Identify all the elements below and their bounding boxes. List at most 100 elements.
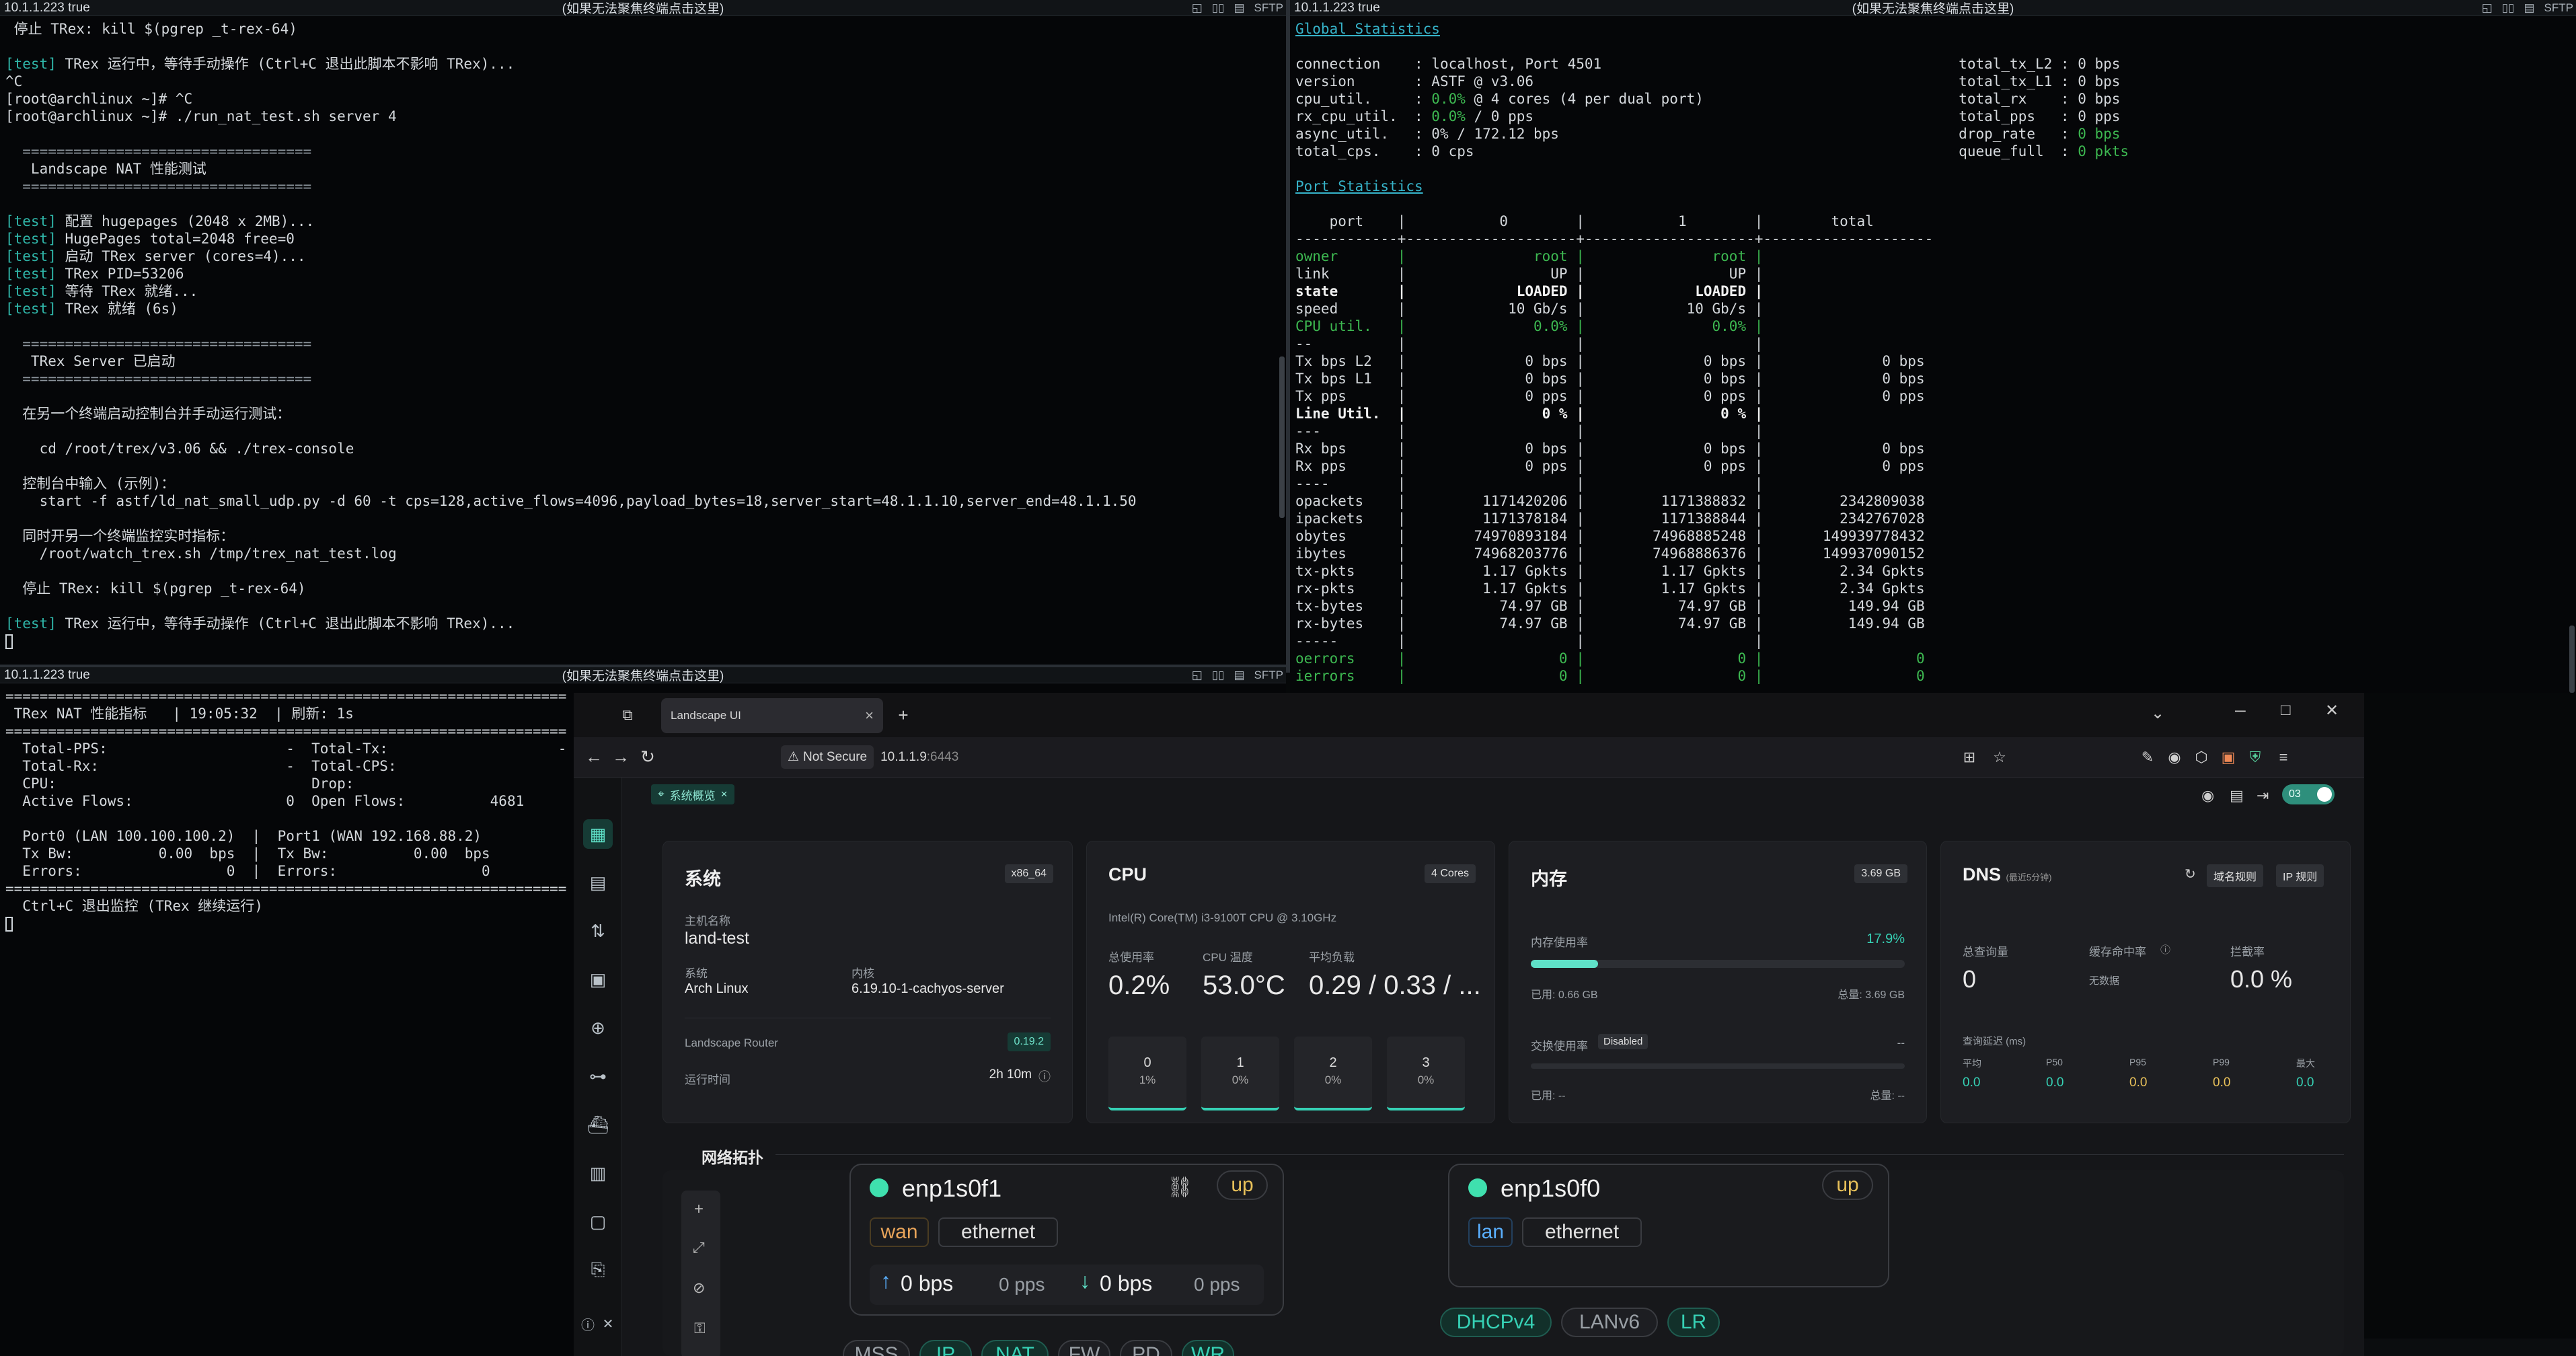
ip-rules-button[interactable]: IP 规则 — [2276, 864, 2324, 887]
global-stats-link[interactable]: Global Statistics — [1295, 20, 2571, 38]
focus-hint[interactable]: (如果无法聚焦终端点击这里) — [0, 0, 1286, 17]
logout-icon[interactable]: ⇥ — [2257, 787, 2269, 804]
nat-icon[interactable]: ▣ — [583, 965, 613, 994]
account-icon[interactable]: ◉ — [2161, 744, 2188, 771]
hide-icon[interactable]: ⊘ — [693, 1279, 705, 1297]
feature-chip[interactable]: PD — [1120, 1340, 1172, 1356]
split-icon[interactable]: ◱ — [2482, 1, 2493, 15]
reload-icon[interactable]: ↻ — [634, 744, 661, 771]
feature-chip[interactable]: IP — [919, 1340, 972, 1356]
type-chip: ethernet — [1522, 1217, 1642, 1247]
info-icon[interactable]: ⓘ — [578, 1309, 598, 1339]
breadcrumb[interactable]: ⌖ 系统概览 × — [651, 784, 734, 804]
close-tab-icon[interactable]: × — [865, 707, 874, 724]
wrench-icon[interactable]: ✎ — [2134, 744, 2161, 771]
dashboard-icon[interactable]: ▦ — [583, 819, 613, 849]
feature-chip[interactable]: LANv6 — [1561, 1308, 1658, 1337]
minimize-icon[interactable]: ─ — [2235, 702, 2246, 720]
port-row: Tx bps L2 | 0 bps | 0 bps | 0 bps — [1295, 352, 2571, 370]
port-row: ipackets | 1171378184 | 1171388844 | 234… — [1295, 510, 2571, 527]
tab-list-icon[interactable]: ⌄ — [2151, 704, 2164, 723]
shield-icon[interactable]: ⛨ — [2242, 744, 2269, 771]
menu-icon[interactable]: ▤ — [2524, 1, 2534, 15]
fit-view-icon[interactable]: ⤢ — [693, 1239, 705, 1256]
feature-chip[interactable]: MSS — [843, 1340, 910, 1356]
new-tab-button[interactable]: + — [890, 702, 917, 728]
topology-canvas[interactable]: + ⤢ ⊘ ⚿ enp1s0f1 ⛓ up wan ethernet ↑ 0 b… — [662, 1164, 2344, 1356]
device-icon[interactable]: ▢ — [583, 1207, 613, 1236]
latency-col-label: P50 — [2046, 1057, 2063, 1067]
network-icon[interactable]: ⊕ — [583, 1013, 613, 1043]
terminal-line: 停止 TRex: kill $(pgrep _t-rex-64) — [5, 20, 1281, 38]
logs-icon[interactable]: ⎘ — [583, 1255, 613, 1285]
back-icon[interactable]: ← — [580, 744, 607, 771]
extensions-icon[interactable]: ⬡ — [2188, 744, 2215, 771]
lock-icon[interactable]: ⚿ — [694, 1320, 706, 1337]
columns-icon[interactable]: ▯▯ — [1212, 1, 1225, 15]
theme-toggle[interactable]: 03 — [2282, 784, 2335, 804]
interface-node-wan[interactable]: enp1s0f1 ⛓ up wan ethernet ↑ 0 bps 0 pps… — [849, 1164, 1284, 1316]
feature-chip[interactable]: WR — [1182, 1340, 1234, 1356]
menu-icon[interactable]: ▤ — [1234, 1, 1244, 15]
feature-chip[interactable]: DHCPv4 — [1440, 1308, 1552, 1337]
eye-icon[interactable]: ◉ — [2201, 787, 2214, 804]
stat-key: rx_cpu_util. : — [1295, 108, 1432, 124]
terminal-pane-top-left[interactable]: 10.1.1.223 true (如果无法聚焦终端点击这里) ◱ ▯▯ ▤ SF… — [0, 0, 1286, 665]
link-icon[interactable]: ⛓ — [1167, 1176, 1192, 1199]
scrollbar[interactable] — [1279, 356, 1285, 518]
split-icon[interactable]: ◱ — [1192, 669, 1203, 682]
columns-icon[interactable]: ▯▯ — [2502, 1, 2515, 15]
sftp-button[interactable]: SFTP — [2544, 1, 2573, 15]
maximize-icon[interactable]: □ — [2281, 701, 2291, 720]
extension-badge-icon[interactable]: ▣ — [2215, 744, 2242, 771]
bookmark-icon[interactable]: ☆ — [1986, 744, 2013, 771]
zoom-in-icon[interactable]: + — [694, 1200, 704, 1219]
topology-icon[interactable]: ⊶ — [583, 1061, 613, 1091]
columns-icon[interactable]: ▯▯ — [1212, 669, 1225, 682]
terminal-line: [test] 等待 TRex 就绪... — [5, 282, 1281, 300]
sftp-button[interactable]: SFTP — [1254, 669, 1283, 682]
close-window-icon[interactable]: ✕ — [2325, 701, 2339, 720]
flow-icon[interactable]: ⇅ — [583, 916, 613, 946]
forward-icon[interactable]: → — [607, 744, 634, 771]
close-crumb-icon[interactable]: × — [721, 788, 728, 801]
tools-icon[interactable]: ✕ — [598, 1309, 618, 1339]
hamburger-menu-icon[interactable]: ≡ — [2270, 744, 2297, 771]
not-secure-badge[interactable]: ⚠ Not Secure — [781, 745, 874, 769]
core-box: 0 1% — [1108, 1037, 1186, 1110]
info-circle-icon[interactable]: ⓘ — [1038, 1067, 1051, 1085]
help-icon[interactable]: ⓘ — [2160, 942, 2170, 956]
stat-value: 0 bps — [2078, 126, 2121, 142]
status-icon[interactable]: ▤ — [583, 868, 613, 897]
install-icon[interactable]: ⊞ — [1956, 744, 1983, 771]
terminal-output[interactable]: 停止 TRex: kill $(pgrep _t-rex-64) [test] T… — [0, 17, 1286, 665]
feature-chip[interactable]: LR — [1667, 1308, 1720, 1337]
browser-tab[interactable]: Landscape UI × — [661, 698, 883, 733]
focus-hint[interactable]: (如果无法聚焦终端点击这里) — [1290, 0, 2576, 17]
latency-col-value: 0.0 — [2046, 1076, 2064, 1090]
feature-chip[interactable]: NAT — [981, 1340, 1049, 1356]
port-stats-link[interactable]: Port Statistics — [1295, 178, 2571, 195]
menu-icon[interactable]: ▤ — [1234, 669, 1244, 682]
monitor-output[interactable]: ========================================… — [0, 685, 574, 1356]
tab-overview-icon[interactable]: ⧉ — [614, 702, 641, 728]
refresh-icon[interactable]: ↻ — [2185, 866, 2196, 882]
docker-icon[interactable]: ⛴ — [583, 1110, 613, 1139]
sftp-button[interactable]: SFTP — [1254, 1, 1283, 15]
address-bar[interactable]: ⚠ Not Secure 10.1.1.9 :6443 — [781, 745, 958, 769]
scrollbar[interactable] — [2569, 626, 2575, 693]
focus-hint[interactable]: (如果无法聚焦终端点击这里) — [0, 667, 1286, 684]
metrics-icon[interactable]: ▥ — [583, 1158, 613, 1188]
terminal-line: ^C — [5, 73, 1281, 90]
layout-icon[interactable]: ▤ — [2230, 787, 2244, 804]
port-row: Line Util. | 0 % | 0 % | — [1295, 405, 2571, 422]
split-icon[interactable]: ◱ — [1192, 1, 1203, 15]
trex-stats[interactable]: Global Statistics connection : localhost,… — [1290, 17, 2576, 693]
terminal-pane-top-right[interactable]: 10.1.1.223 true (如果无法聚焦终端点击这里) ◱ ▯▯ ▤ SF… — [1290, 0, 2576, 693]
domain-rules-button[interactable]: 域名规则 — [2207, 864, 2264, 887]
feature-chip[interactable]: FW — [1058, 1340, 1110, 1356]
interface-node-lan[interactable]: enp1s0f0 up lan ethernet — [1448, 1164, 1889, 1287]
port-row: ibytes | 74968203776 | 74968886376 | 149… — [1295, 545, 2571, 562]
